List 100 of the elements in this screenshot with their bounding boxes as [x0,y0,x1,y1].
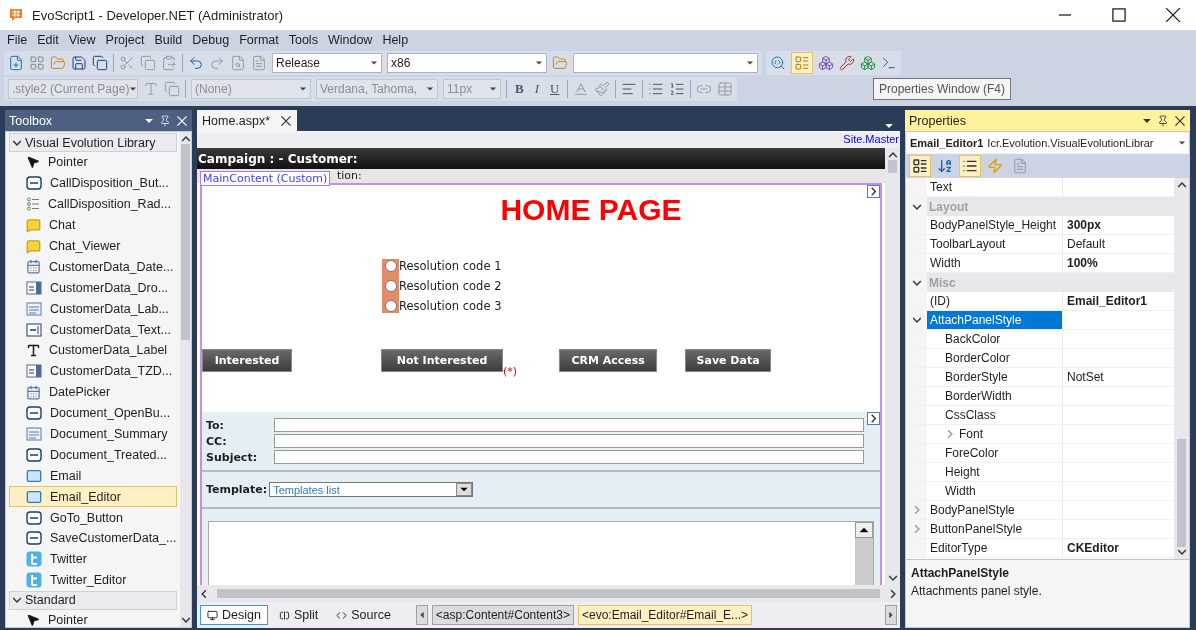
toolbox-group[interactable]: Visual Evolution Library [9,133,178,152]
undo-icon[interactable] [188,55,204,71]
toolbox-item[interactable]: Email_Editor [9,486,178,508]
property-name[interactable]: EditorType [927,539,1063,557]
toolbox-item[interactable]: Chat [9,214,178,236]
radio-button[interactable] [385,280,397,292]
close-icon[interactable] [280,114,293,127]
radio-option[interactable]: Resolution code 2 [385,279,880,293]
expand-chevron-icon[interactable] [911,315,922,325]
split-view-icon[interactable] [278,609,290,621]
action-button[interactable]: CRM Access [559,349,658,372]
menu-item[interactable]: Format [234,33,284,47]
scroll-up-icon[interactable] [855,522,873,538]
toolbox-item[interactable]: DatePicker [9,381,178,403]
tools-icon[interactable] [839,55,855,71]
numbered-list-icon[interactable] [669,81,686,97]
toolbox-item[interactable]: Chat_Viewer [9,235,178,257]
toolbox-item[interactable]: Email [9,465,178,487]
scroll-thumb[interactable] [888,160,897,174]
scroll-right-icon[interactable] [888,588,898,599]
property-name[interactable]: AttachPanelStyle [927,311,1063,329]
radio-option[interactable]: Resolution code 3 [385,299,880,313]
tag-breadcrumb[interactable]: <asp:Content#Content3> [431,605,574,625]
property-name[interactable]: ToolbarLayout [927,235,1063,253]
toolbox-icon[interactable] [860,55,876,71]
object-selector[interactable]: Email_Editor1 Icr.Evolution.VisualEvolutionLibrar [907,133,1188,153]
sort-alphabetical-icon[interactable] [937,158,953,174]
toolbox-item[interactable]: CallDisposition_Rad... [9,193,178,215]
source-view-icon[interactable] [336,609,348,621]
scrollbar[interactable] [1174,178,1189,559]
configuration-dropdown[interactable]: Release [272,53,382,73]
format-button[interactable]: U [547,81,563,97]
toolbox-item[interactable]: Document_Summary [9,423,178,445]
input-field[interactable] [274,434,864,448]
scroll-right-icon[interactable] [885,605,897,625]
scroll-thumb[interactable] [1177,438,1186,547]
view-tab[interactable]: Design [200,605,268,625]
toolbox-item[interactable]: Twitter [9,548,178,570]
text-color-icon[interactable] [573,81,590,97]
align-left-icon[interactable] [621,81,638,97]
property-name[interactable]: (ID) [927,292,1063,310]
add-item-icon[interactable] [29,55,45,71]
tag-breadcrumb[interactable]: <evo:Email_Editor#Email_E...> [577,605,753,625]
new-project-icon[interactable] [8,55,24,71]
toolbox-item[interactable]: CustomerData_Dro... [9,277,178,299]
radio-option[interactable]: Resolution code 1 [385,259,880,273]
dropdown-arrow-icon[interactable] [1178,139,1186,147]
action-button[interactable]: Interested [202,349,292,372]
property-name[interactable]: BodyPanelStyle_Height [927,216,1063,234]
close-icon[interactable] [1164,6,1182,24]
properties-list-icon[interactable] [962,158,978,174]
property-value[interactable]: CKEditor [1063,539,1174,557]
scroll-down-icon[interactable] [180,615,191,625]
action-button[interactable]: Save Data [685,349,772,372]
object-browser-icon[interactable] [818,55,834,71]
radio-button[interactable] [385,260,397,272]
input-field[interactable] [274,450,864,464]
platform-dropdown[interactable]: x86 [387,53,547,73]
toolbox-item[interactable]: GoTo_Button [9,507,178,529]
categorized-icon[interactable] [912,158,928,174]
toolbox-item[interactable]: CustomerData_Lab... [9,298,178,320]
menu-item[interactable]: Tools [283,33,323,47]
input-field[interactable] [274,418,864,432]
toolbox-item[interactable]: Pointer [9,152,178,173]
pin-icon[interactable] [1157,114,1169,127]
scroll-left-icon[interactable] [415,605,428,625]
horizontal-scrollbar[interactable] [197,585,900,602]
bulleted-list-icon[interactable] [648,81,665,97]
toolbox-item[interactable]: Document_Treated... [9,444,178,466]
property-name[interactable]: Text [927,178,1063,196]
scrollbar[interactable] [885,148,900,585]
property-name[interactable]: Width [927,254,1063,272]
scroll-left-icon[interactable] [199,588,209,599]
dropdown-arrow-icon[interactable] [535,59,543,67]
close-icon[interactable] [1174,114,1186,127]
master-page-link[interactable]: Site.Master [843,133,899,148]
scroll-up-icon[interactable] [1176,180,1187,190]
menu-item[interactable]: View [63,33,101,47]
toolbox-item[interactable]: Pointer [9,609,178,630]
save-icon[interactable] [71,55,87,71]
view-tab[interactable]: Source [329,605,398,625]
scroll-thumb[interactable] [181,144,191,341]
template-dropdown[interactable]: Templates list [269,482,474,497]
scroll-thumb[interactable] [217,589,880,598]
view-tab[interactable]: Split [271,605,326,625]
toolbox-item[interactable]: CustomerData_TZD... [9,360,178,382]
scrollbar[interactable] [180,132,191,627]
toolbox-item[interactable]: CustomerData_Label [9,340,178,361]
toolbox-item[interactable]: Document_OpenBu... [9,402,178,424]
scroll-up-icon[interactable] [887,150,898,160]
dropdown-arrow-icon[interactable] [746,59,754,67]
menu-item[interactable]: File [2,33,33,47]
menu-item[interactable]: Project [100,33,150,47]
document-tab[interactable]: Home.aspx* [197,110,298,131]
maximize-icon[interactable] [1111,7,1127,23]
scroll-up-icon[interactable] [180,134,191,144]
editor-body-field[interactable] [208,521,874,585]
radio-button[interactable] [385,300,397,312]
toolbox-item[interactable]: CustomerData_Date... [9,256,178,278]
smart-tag-icon[interactable] [867,185,880,198]
